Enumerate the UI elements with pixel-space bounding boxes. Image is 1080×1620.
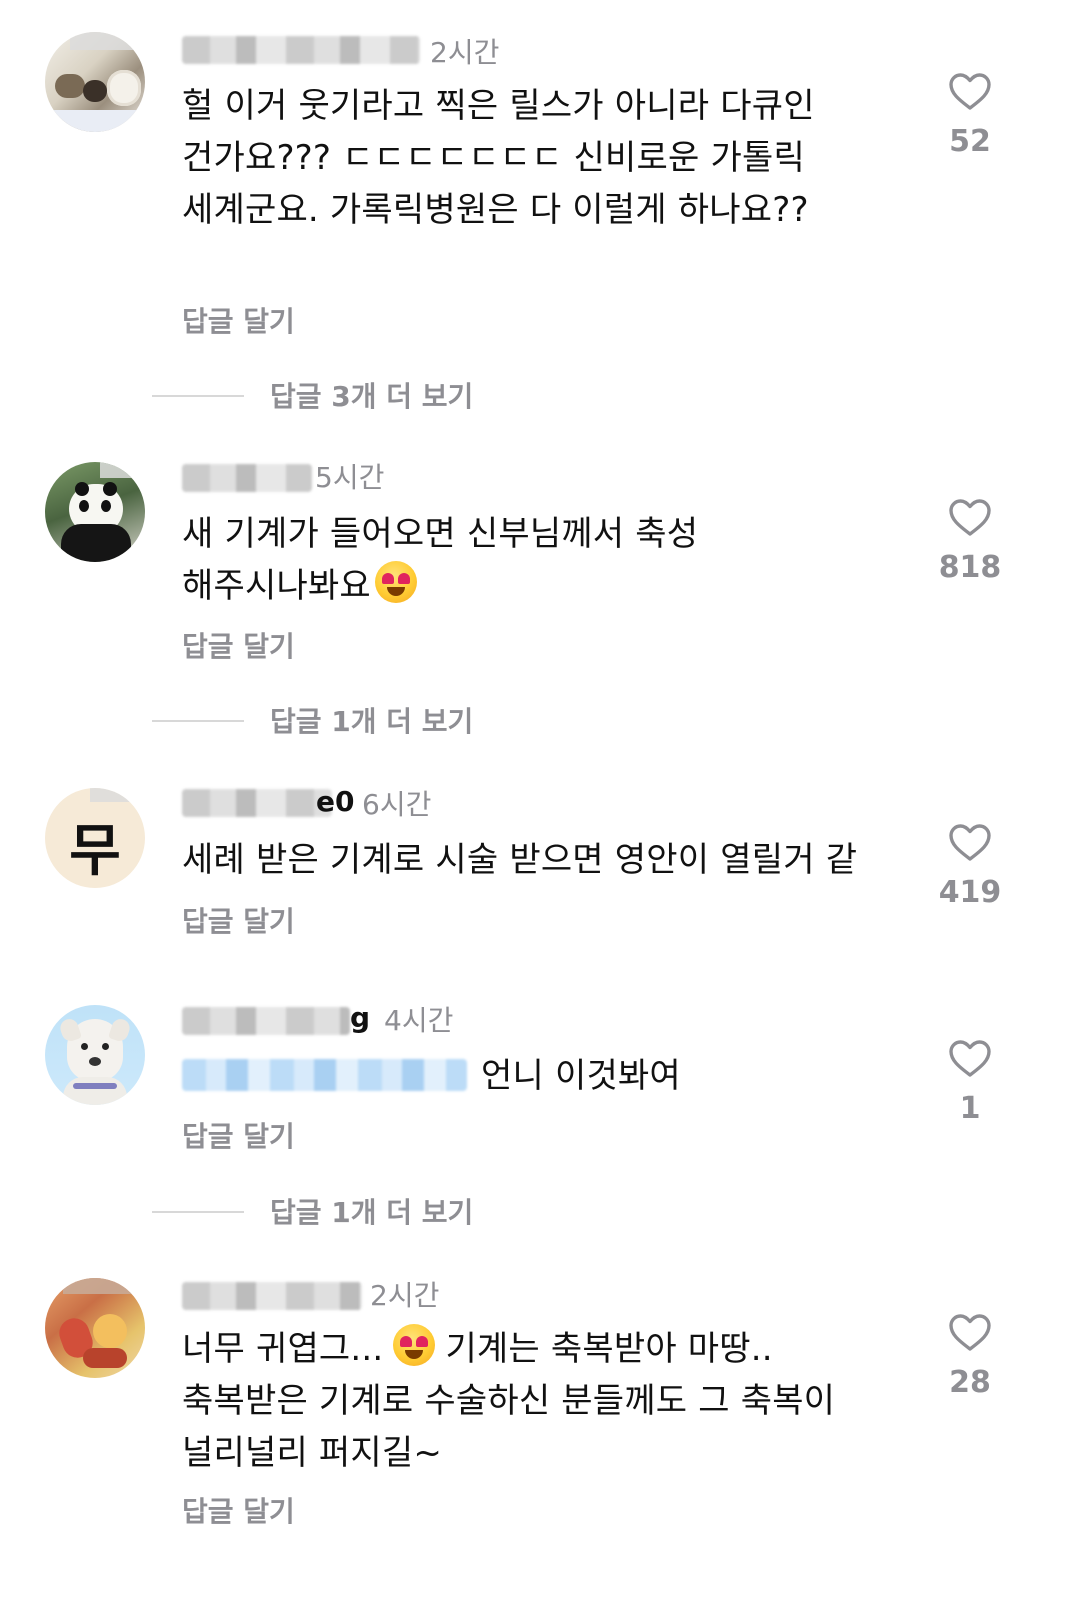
- username-suffix[interactable]: e0: [316, 785, 354, 818]
- more-replies-label: 답글 1개 더 보기: [270, 1196, 474, 1229]
- comment-text: 헐 이거 웃기라고 찍은 릴스가 아니라 다큐인건가요??? ㄷㄷㄷㄷㄷㄷㄷ 신…: [182, 86, 815, 230]
- timestamp: 4시간: [384, 1004, 454, 1037]
- username-blurred[interactable]: [182, 36, 420, 64]
- avatar[interactable]: [45, 1278, 145, 1378]
- avatar[interactable]: [45, 462, 145, 562]
- username-blurred[interactable]: [182, 464, 312, 492]
- heart-outline-icon: [949, 1040, 991, 1077]
- comment-text-main: 언니 이것봐여: [481, 1056, 681, 1096]
- avatar-text: 무: [69, 818, 121, 884]
- comment-text-part: 너무 귀엽그...: [182, 1329, 384, 1369]
- username-blurred[interactable]: [182, 1007, 350, 1035]
- username-blurred[interactable]: [182, 1282, 362, 1310]
- comment-line: 너무 귀엽그... 기계는 축복받아 마땅..: [182, 1323, 882, 1375]
- reply-button[interactable]: 답글 달기: [182, 625, 295, 665]
- heart-outline-icon: [949, 1314, 991, 1351]
- like-button[interactable]: 419: [935, 823, 1005, 910]
- heart-outline-icon: [949, 73, 991, 110]
- avatar[interactable]: [45, 32, 145, 132]
- reply-button[interactable]: 답글 달기: [182, 1490, 295, 1530]
- reply-button[interactable]: 답글 달기: [182, 300, 295, 340]
- username-suffix[interactable]: g: [350, 1001, 370, 1034]
- like-count: 419: [938, 875, 1002, 910]
- like-button[interactable]: 818: [935, 498, 1005, 585]
- view-more-replies[interactable]: 답글 1개 더 보기: [152, 1191, 512, 1231]
- heart-outline-icon: [949, 824, 991, 861]
- comment-text: 세례 받은 기계로 시술 받으면 영안이 열릴거 같: [182, 840, 858, 880]
- more-replies-label: 답글 1개 더 보기: [270, 705, 474, 738]
- timestamp: 2시간: [430, 36, 500, 69]
- like-button[interactable]: 28: [935, 1313, 1005, 1400]
- comment-text: 너무 귀엽그... 기계는 축복받아 마땅.. 축복받은 기계로 수술하신 분들께…: [182, 1323, 882, 1479]
- like-count: 1: [959, 1091, 981, 1126]
- reply-button[interactable]: 답글 달기: [182, 1115, 295, 1155]
- divider: [152, 1211, 244, 1213]
- divider: [152, 395, 244, 397]
- like-count: 28: [949, 1365, 991, 1400]
- comment-line: 축복받은 기계로 수술하신 분들께도 그 축복이: [182, 1381, 836, 1421]
- timestamp: 2시간: [370, 1279, 440, 1312]
- heart-outline-icon: [949, 499, 991, 536]
- heart-eyes-emoji: [374, 561, 417, 603]
- comment-text-part: 기계는 축복받아 마땅..: [445, 1329, 773, 1369]
- view-more-replies[interactable]: 답글 1개 더 보기: [152, 700, 512, 740]
- comment-text: 언니 이것봐여: [182, 1050, 922, 1102]
- like-button[interactable]: 52: [935, 72, 1005, 159]
- like-button[interactable]: 1: [935, 1039, 1005, 1126]
- view-more-replies[interactable]: 답글 3개 더 보기: [152, 375, 512, 415]
- divider: [152, 720, 244, 722]
- like-count: 52: [949, 124, 991, 159]
- timestamp: 5시간: [315, 461, 385, 494]
- avatar[interactable]: [45, 1005, 145, 1105]
- heart-eyes-emoji: [393, 1324, 436, 1366]
- username-blurred[interactable]: [182, 789, 332, 817]
- timestamp: 6시간: [362, 788, 432, 821]
- comment-text-main: 새 기계가 들어오면 신부님께서 축성해주시나봐요: [182, 514, 699, 606]
- comment-text: 새 기계가 들어오면 신부님께서 축성해주시나봐요: [182, 508, 702, 612]
- reply-button[interactable]: 답글 달기: [182, 900, 295, 940]
- comment-line: 널리널리 퍼지길~: [182, 1433, 443, 1473]
- mention-blurred[interactable]: [182, 1059, 467, 1091]
- avatar[interactable]: 무: [45, 788, 145, 888]
- more-replies-label: 답글 3개 더 보기: [270, 380, 474, 413]
- like-count: 818: [938, 550, 1002, 585]
